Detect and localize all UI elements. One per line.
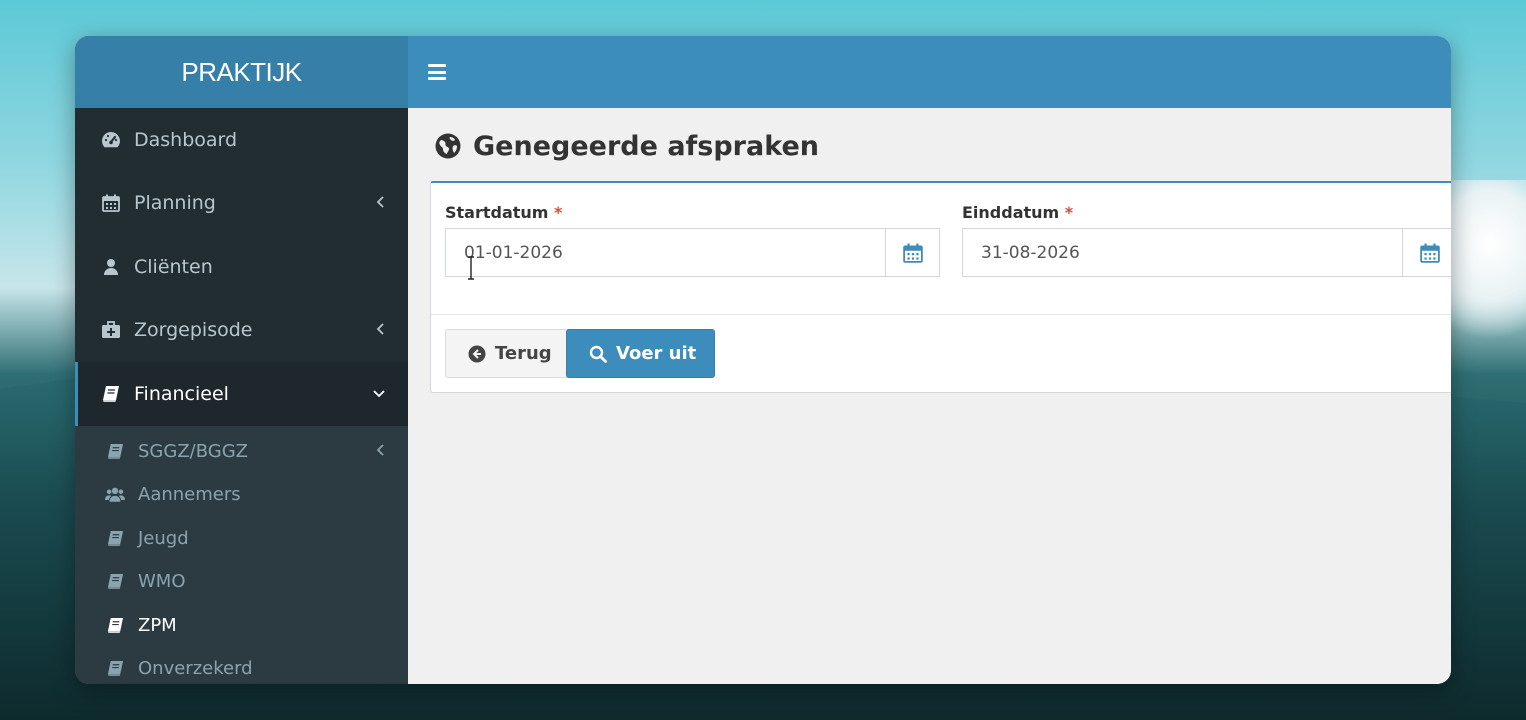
back-button[interactable]: Terug (445, 329, 571, 378)
book-icon (105, 442, 125, 460)
submenu-item-label: ZPM (138, 614, 177, 636)
sidebar-item-clienten[interactable]: Cliënten (75, 235, 408, 299)
book-icon (105, 616, 125, 634)
einddatum-input[interactable] (962, 228, 1402, 277)
chevron-left-icon (376, 194, 386, 213)
chevron-left-icon (376, 321, 386, 340)
required-marker: * (554, 203, 563, 222)
sidebar-item-label: Cliënten (134, 255, 213, 278)
startdatum-input[interactable] (445, 228, 885, 277)
brand-logo[interactable]: PRAKTIJK (75, 36, 408, 108)
startdatum-label: Startdatum * (445, 203, 563, 222)
sidebar-item-planning[interactable]: Planning (75, 172, 408, 236)
globe-icon (435, 133, 461, 159)
einddatum-input-group (962, 228, 1451, 277)
app-window: PRAKTIJK Dashboard Planning Cliënten Zor… (75, 36, 1451, 684)
sidebar-item-dashboard[interactable]: Dashboard (75, 108, 408, 172)
chevron-down-icon (372, 384, 386, 403)
sidebar-item-label: Zorgepisode (134, 319, 253, 342)
submenu-item-label: WMO (138, 571, 186, 593)
book-icon (100, 384, 122, 404)
execute-button[interactable]: Voer uit (566, 329, 716, 378)
submenu-item-aannemers[interactable]: Aannemers (75, 473, 408, 517)
submenu-item-zpm[interactable]: ZPM (75, 604, 408, 648)
calendar-icon (100, 193, 122, 213)
startdatum-input-group (445, 228, 940, 277)
book-icon (105, 660, 125, 678)
user-icon (100, 257, 122, 277)
calendar-icon[interactable] (885, 228, 940, 277)
main-content: Genegeerde afspraken Startdatum * Eindda… (408, 36, 1451, 684)
execute-button-label: Voer uit (616, 343, 697, 364)
submenu-item-label: SGGZ/BGGZ (138, 440, 248, 462)
page-title-text: Genegeerde afspraken (473, 130, 819, 162)
required-marker: * (1064, 203, 1074, 222)
filter-form-box: Startdatum * Einddatum * (430, 181, 1451, 393)
einddatum-label: Einddatum * (962, 203, 1074, 222)
top-navbar (408, 36, 1451, 108)
submenu-item-label: Jeugd (138, 527, 189, 549)
chevron-left-icon (376, 441, 386, 462)
text-cursor-icon (466, 256, 476, 280)
book-icon (105, 573, 125, 591)
search-icon (589, 345, 607, 363)
medkit-icon (100, 320, 122, 340)
sidebar-item-label: Financieel (134, 382, 229, 405)
sidebar-item-financieel[interactable]: Financieel (75, 362, 408, 426)
einddatum-field: Einddatum * (962, 203, 1451, 277)
page-title: Genegeerde afspraken (408, 108, 1451, 184)
dashboard-icon (100, 130, 122, 150)
submenu-item-label: Aannemers (138, 484, 241, 506)
arrow-circle-left-icon (468, 345, 486, 363)
sidebar-item-label: Dashboard (134, 128, 238, 151)
sidebar: PRAKTIJK Dashboard Planning Cliënten Zor… (75, 36, 408, 684)
startdatum-field: Startdatum * (445, 203, 940, 277)
submenu-item-label: Onverzekerd (138, 658, 253, 680)
financieel-submenu: SGGZ/BGGZ Aannemers Jeugd WMO ZPM Onverz… (75, 425, 408, 684)
book-icon (105, 529, 125, 547)
submenu-item-wmo[interactable]: WMO (75, 560, 408, 604)
submenu-item-onverzekerd[interactable]: Onverzekerd (75, 647, 408, 684)
submenu-item-sggz-bggz[interactable]: SGGZ/BGGZ (75, 430, 408, 474)
sidebar-item-zorgepisode[interactable]: Zorgepisode (75, 299, 408, 363)
menu-toggle-icon[interactable] (428, 64, 446, 80)
form-divider (431, 314, 1451, 315)
sidebar-item-label: Planning (134, 192, 216, 215)
submenu-item-jeugd[interactable]: Jeugd (75, 517, 408, 561)
calendar-icon[interactable] (1402, 228, 1451, 277)
users-icon (105, 486, 125, 504)
back-button-label: Terug (495, 343, 552, 364)
